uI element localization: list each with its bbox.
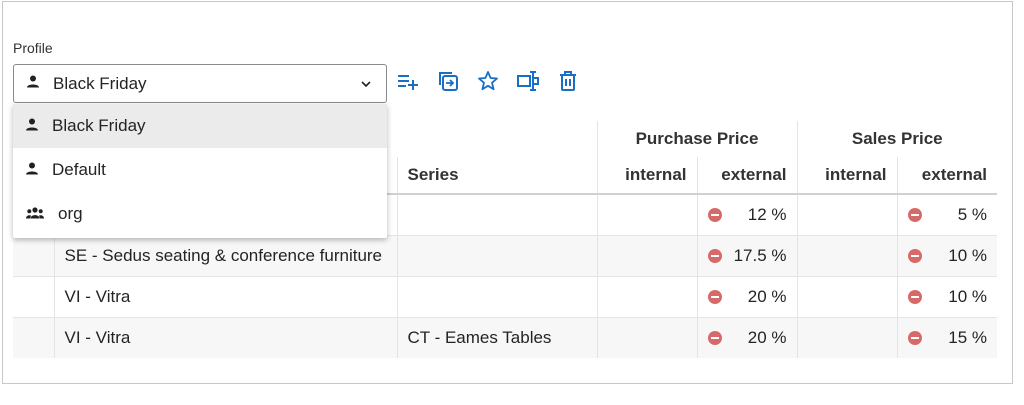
minus-circle-icon bbox=[907, 248, 922, 263]
profile-select-value: Black Friday bbox=[53, 73, 147, 93]
supplier-cell: VI - Vitra bbox=[53, 275, 397, 317]
purchase-external-value: 17.5 % bbox=[733, 245, 787, 265]
minus-circle-icon bbox=[707, 330, 722, 345]
profile-select[interactable]: Black Friday bbox=[13, 64, 387, 103]
table-row[interactable]: VI - Vitra 20 % 10 % bbox=[13, 275, 997, 317]
minus-circle-icon bbox=[907, 330, 922, 345]
supplier-cell: SE - Sedus seating & conference furnitur… bbox=[53, 234, 397, 276]
sales-external-value: 10 % bbox=[948, 286, 987, 306]
sales-internal-cell[interactable] bbox=[796, 275, 897, 317]
person-icon bbox=[26, 116, 38, 136]
favorite-button[interactable] bbox=[477, 70, 499, 92]
purchase-external-value: 12 % bbox=[747, 204, 787, 224]
sales-external-value: 5 % bbox=[957, 204, 987, 224]
sales-external-header: external bbox=[896, 157, 997, 195]
profile-option-label: Black Friday bbox=[52, 116, 146, 135]
chevron-down-icon[interactable] bbox=[360, 77, 372, 95]
profile-toolbar bbox=[397, 70, 597, 92]
add-list-icon bbox=[398, 75, 418, 90]
purchase-internal-cell[interactable] bbox=[596, 234, 697, 276]
sales-price-header: Sales Price bbox=[796, 121, 997, 157]
rename-button[interactable] bbox=[517, 70, 539, 92]
delete-button[interactable] bbox=[557, 70, 579, 92]
table-row[interactable]: SE - Sedus seating & conference furnitur… bbox=[13, 234, 997, 276]
sales-internal-cell[interactable] bbox=[796, 193, 897, 235]
purchase-internal-cell[interactable] bbox=[596, 193, 697, 235]
purchase-internal-cell[interactable] bbox=[596, 316, 697, 358]
purchase-price-header: Purchase Price bbox=[596, 121, 797, 157]
person-icon bbox=[26, 160, 38, 180]
profile-option-label: org bbox=[58, 204, 83, 223]
minus-circle-icon bbox=[907, 207, 922, 222]
minus-circle-icon bbox=[907, 289, 922, 304]
profile-label: Profile bbox=[13, 40, 53, 56]
add-list-button[interactable] bbox=[397, 70, 419, 92]
sales-internal-header: internal bbox=[796, 157, 897, 195]
table-row[interactable]: VI - Vitra CT - Eames Tables 20 % 15 % bbox=[13, 316, 997, 358]
minus-circle-icon bbox=[707, 289, 722, 304]
group-icon bbox=[26, 204, 44, 224]
sales-external-value: 15 % bbox=[948, 327, 987, 347]
profile-option-default[interactable]: Default bbox=[13, 148, 387, 192]
trash-icon bbox=[560, 71, 576, 91]
minus-circle-icon bbox=[707, 207, 722, 222]
copy-button[interactable] bbox=[437, 70, 459, 92]
sales-external-value: 10 % bbox=[948, 245, 987, 265]
series-cell bbox=[396, 193, 597, 235]
minus-circle-icon bbox=[707, 248, 722, 263]
series-cell: CT - Eames Tables bbox=[396, 316, 597, 358]
purchase-external-value: 20 % bbox=[747, 327, 787, 347]
purchase-internal-cell[interactable] bbox=[596, 275, 697, 317]
profile-option-black-friday[interactable]: Black Friday bbox=[13, 104, 387, 148]
profile-option-label: Default bbox=[52, 160, 106, 179]
purchase-external-value: 20 % bbox=[747, 286, 787, 306]
profile-option-org[interactable]: org bbox=[13, 192, 387, 236]
series-cell bbox=[396, 275, 597, 317]
sales-internal-cell[interactable] bbox=[796, 316, 897, 358]
profile-dropdown-menu: Black Friday Default org bbox=[13, 104, 387, 238]
rename-icon bbox=[517, 71, 539, 91]
person-icon bbox=[27, 75, 39, 93]
star-icon bbox=[478, 71, 498, 91]
copy-icon bbox=[439, 72, 458, 91]
series-cell bbox=[396, 234, 597, 276]
purchase-external-header: external bbox=[696, 157, 797, 195]
purchase-internal-header: internal bbox=[596, 157, 697, 195]
series-header: Series bbox=[396, 157, 597, 195]
supplier-cell: VI - Vitra bbox=[53, 316, 397, 358]
sales-internal-cell[interactable] bbox=[796, 234, 897, 276]
